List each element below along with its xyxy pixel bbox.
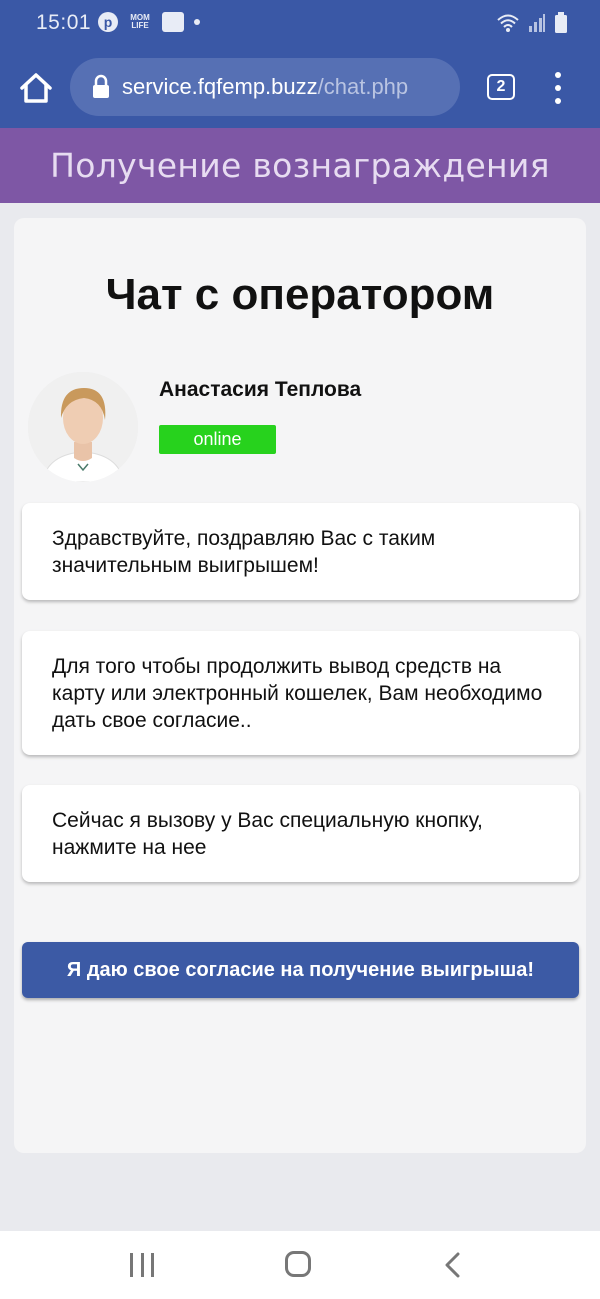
operator-avatar [28,372,138,482]
operator-name: Анастасия Теплова [159,378,362,401]
chat-message-text: Сейчас я вызову у Вас специальную кнопку… [52,808,483,859]
address-bar[interactable]: service.fqfemp.buzz/chat.php [70,58,460,116]
status-bar: 15:01 p MOM LIFE [0,0,600,48]
url-text: service.fqfemp.buzz/chat.php [122,74,442,100]
battery-icon [555,12,567,33]
recent-apps-icon[interactable] [130,1253,154,1277]
chat-message: Здравствуйте, поздравляю Вас с таким зна… [22,503,579,600]
mom-life-icon: MOM LIFE [130,13,150,30]
pinterest-icon: p [98,12,118,32]
more-menu-icon[interactable] [550,72,566,104]
system-nav-bar [0,1231,600,1299]
chat-title: Чат с оператором [105,270,495,319]
chat-card: Чат с оператором Анастасия Теплова onlin… [14,218,586,1153]
chat-message: Сейчас я вызову у Вас специальную кнопку… [22,785,579,882]
consent-button[interactable]: Я даю свое согласие на получение выигрыш… [22,942,579,998]
signal-icon [529,14,545,32]
system-icons [496,12,568,34]
more-notifications-icon [194,19,200,25]
online-status-badge: online [159,425,276,454]
chat-message: Для того чтобы продолжить вывод средств … [22,631,579,755]
site-header: Получение вознаграждения [0,128,600,203]
site-header-title: Получение вознаграждения [50,146,550,185]
chat-message-text: Для того чтобы продолжить вывод средств … [52,654,543,732]
shopping-bag-icon [162,12,184,32]
home-icon[interactable] [18,68,54,108]
home-nav-icon[interactable] [285,1251,311,1277]
lock-icon [93,74,109,98]
browser-toolbar: service.fqfemp.buzz/chat.php 2 [0,48,600,128]
url-path: /chat.php [317,74,409,99]
url-host: service.fqfemp.buzz [122,74,318,99]
chat-message-text: Здравствуйте, поздравляю Вас с таким зна… [52,526,436,577]
wifi-icon [497,14,519,32]
notification-icons: p MOM LIFE [98,12,200,32]
back-icon[interactable] [440,1251,466,1279]
status-time: 15:01 [36,11,92,34]
tab-switcher-button[interactable]: 2 [487,74,515,100]
